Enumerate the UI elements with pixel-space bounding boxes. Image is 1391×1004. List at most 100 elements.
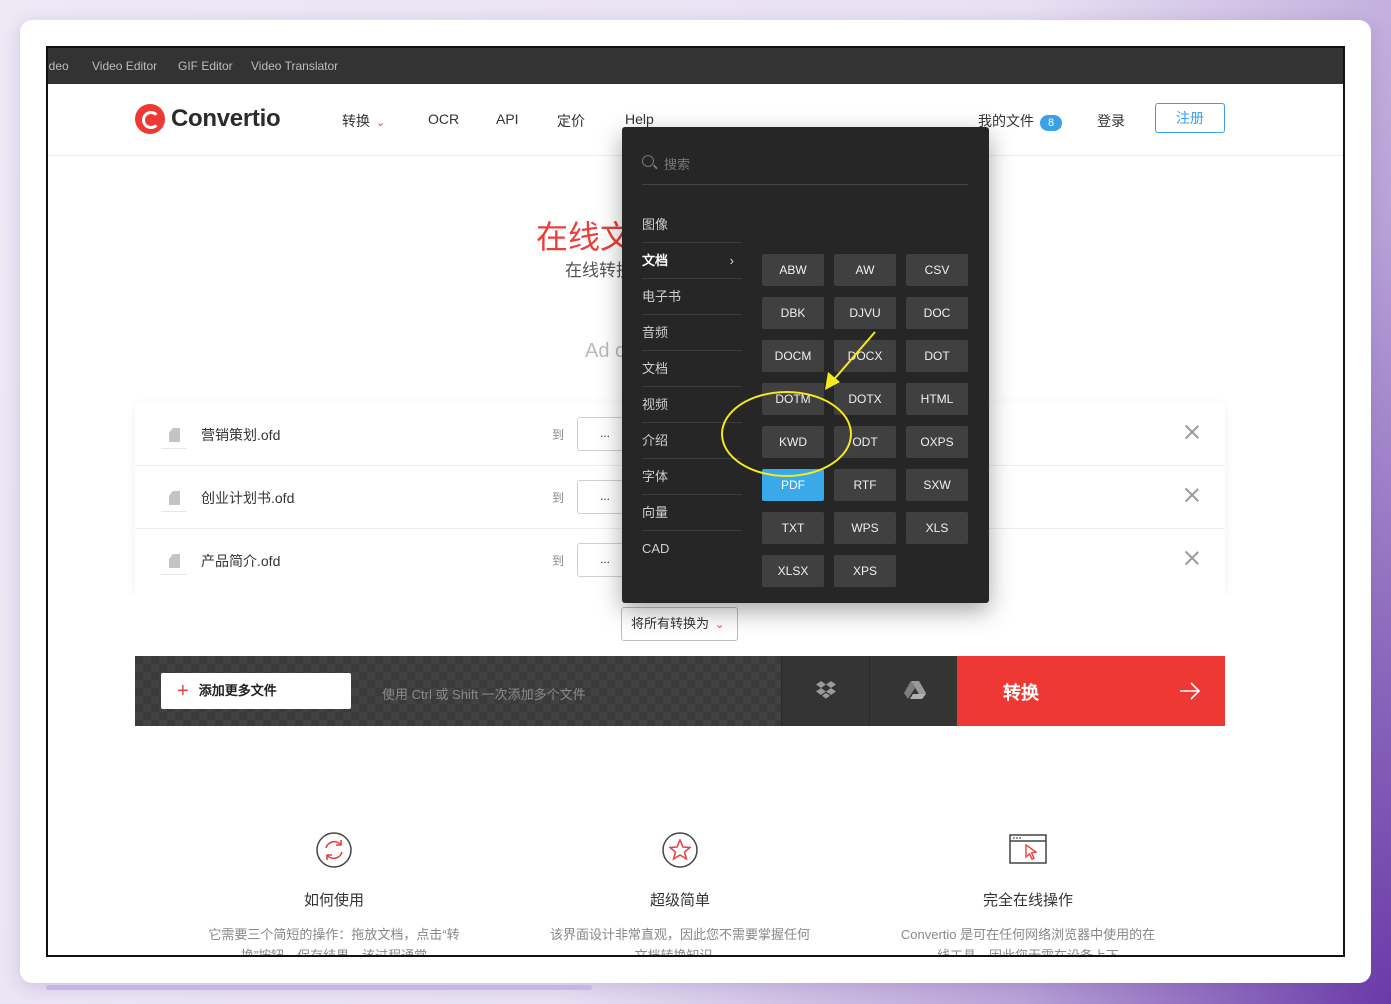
category-audio[interactable]: 音频 [642,315,742,351]
plus-icon: + [177,680,189,702]
format-option-xps[interactable]: XPS [834,555,896,587]
category-presentation[interactable]: 介绍 [642,423,742,459]
convert-all-label: 将所有转换为 [631,616,710,631]
feature-title: 超级简单 [649,892,710,909]
dropbox-icon [816,681,836,699]
format-option-csv[interactable]: CSV [906,254,968,286]
format-option-docm[interactable]: DOCM [762,340,824,372]
category-list: 图像 文档 › 电子书 音频 文档 视频 介绍 字体 向量 CAD [642,207,742,567]
feature-title: 完全在线操作 [982,892,1073,909]
format-dropdown: 图像 文档 › 电子书 音频 文档 视频 介绍 字体 向量 CAD ABW AW CS… [622,127,989,603]
category-video[interactable]: 视频 [642,387,742,423]
feature-fully-online: 完全在线操作 Convertio 是可在任何网络浏览器中使用的在线工具，因此您无… [898,830,1158,957]
format-option-wps[interactable]: WPS [834,512,896,544]
format-option-doc[interactable]: DOC [906,297,968,329]
file-name: 创业计划书.ofd [201,490,295,506]
browser-cursor-icon [1009,834,1047,864]
file-to-label: 到 [552,428,565,442]
topbar-video-link[interactable]: ideo [48,59,69,73]
file-icon [161,423,187,449]
action-bar: + 添加更多文件 使用 Ctrl 或 Shift 一次添加多个文件 转换 [135,656,1225,726]
format-search-input[interactable] [664,153,964,175]
nav-convert[interactable]: 转换 ⌄ [342,111,385,131]
feature-description: 它需要三个简短的操作：拖放文档，点击“转换”按钮，保存结果。该过程通常 [208,927,460,957]
format-option-dotx[interactable]: DOTX [834,383,896,415]
format-option-odt[interactable]: ODT [834,426,896,458]
refresh-icon [316,832,352,868]
file-to-label: 到 [552,491,565,505]
signup-button[interactable]: 注册 [1155,103,1225,133]
category-ebook[interactable]: 电子书 [642,279,742,315]
convert-all-select[interactable]: 将所有转换为 ⌄ [621,607,738,641]
file-name: 产品简介.ofd [201,553,281,569]
format-option-dot[interactable]: DOT [906,340,968,372]
arrow-right-icon [1180,682,1201,700]
format-option-html[interactable]: HTML [906,383,968,415]
page-title: 在线文 [536,219,633,255]
multi-select-hint: 使用 Ctrl 或 Shift 一次添加多个文件 [382,687,586,702]
star-icon [662,832,698,868]
add-more-files-button[interactable]: + 添加更多文件 [161,673,351,709]
topbar-video-editor-link[interactable]: Video Editor [92,59,157,73]
format-option-kwd[interactable]: KWD [762,426,824,458]
format-option-xlsx[interactable]: XLSX [762,555,824,587]
category-cad[interactable]: CAD [642,531,742,567]
nav-help[interactable]: Help [625,111,654,127]
logo-icon [135,104,165,134]
close-icon[interactable] [1180,483,1204,507]
login-link[interactable]: 登录 [1097,111,1125,131]
close-icon[interactable] [1180,546,1204,570]
search-icon [642,155,654,167]
file-name: 营销策划.ofd [201,427,281,443]
chevron-down-icon: ⌄ [376,117,386,129]
format-option-djvu[interactable]: DJVU [834,297,896,329]
file-icon [161,549,187,575]
scroll-indicator [46,985,592,990]
convert-button[interactable]: 转换 [957,656,1225,726]
format-option-rtf[interactable]: RTF [834,469,896,501]
my-files-link[interactable]: 我的文件 8 [978,111,1062,131]
add-more-label: 添加更多文件 [198,683,277,698]
category-font[interactable]: 字体 [642,459,742,495]
browser-frame: ideo Video Editor GIF Editor Video Trans… [46,46,1345,957]
logo-text: Convertio [171,105,281,132]
category-vector[interactable]: 向量 [642,495,742,531]
ad-label: Ad c [585,340,626,362]
format-option-pdf[interactable]: PDF [762,469,824,501]
format-option-aw[interactable]: AW [834,254,896,286]
feature-title: 如何使用 [303,892,364,909]
feature-super-simple: 超级简单 该界面设计非常直观，因此您不需要掌握任何文档转换知识。 [550,830,811,957]
files-count-badge: 8 [1040,115,1062,131]
format-option-xls[interactable]: XLS [906,512,968,544]
category-label: 文档 [642,253,669,268]
format-option-oxps[interactable]: OXPS [906,426,968,458]
nav-api[interactable]: API [496,111,519,127]
chevron-down-icon: ⌄ [715,619,725,631]
chevron-right-icon: › [729,253,734,268]
google-drive-icon [904,681,926,699]
file-to-label: 到 [552,554,565,568]
dropbox-button[interactable] [781,656,869,726]
topbar-gif-editor-link[interactable]: GIF Editor [178,59,233,73]
feature-description: Convertio 是可在任何网络浏览器中使用的在线工具，因此您无需在设备上下 [900,927,1156,957]
category-image[interactable]: 图像 [642,207,742,243]
feature-how-to-use: 如何使用 它需要三个简短的操作：拖放文档，点击“转换”按钮，保存结果。该过程通常 [204,830,464,957]
format-option-docx[interactable]: DOCX [834,340,896,372]
close-icon[interactable] [1180,420,1204,444]
format-option-abw[interactable]: ABW [762,254,824,286]
format-option-sxw[interactable]: SXW [906,469,968,501]
nav-pricing[interactable]: 定价 [557,111,585,131]
nav-ocr[interactable]: OCR [428,111,459,127]
topbar-video-translator-link[interactable]: Video Translator [251,59,338,73]
category-document[interactable]: 文档 › [642,243,742,279]
feature-description: 该界面设计非常直观，因此您不需要掌握任何文档转换知识。 [550,927,811,957]
logo[interactable]: Convertio [135,103,281,135]
file-icon [161,486,187,512]
format-option-dotm[interactable]: DOTM [762,383,824,415]
convert-button-label: 转换 [1003,683,1039,703]
google-drive-button[interactable] [869,656,957,726]
format-option-dbk[interactable]: DBK [762,297,824,329]
top-tools-bar: ideo Video Editor GIF Editor Video Trans… [48,48,1343,84]
category-archive[interactable]: 文档 [642,351,742,387]
format-option-txt[interactable]: TXT [762,512,824,544]
